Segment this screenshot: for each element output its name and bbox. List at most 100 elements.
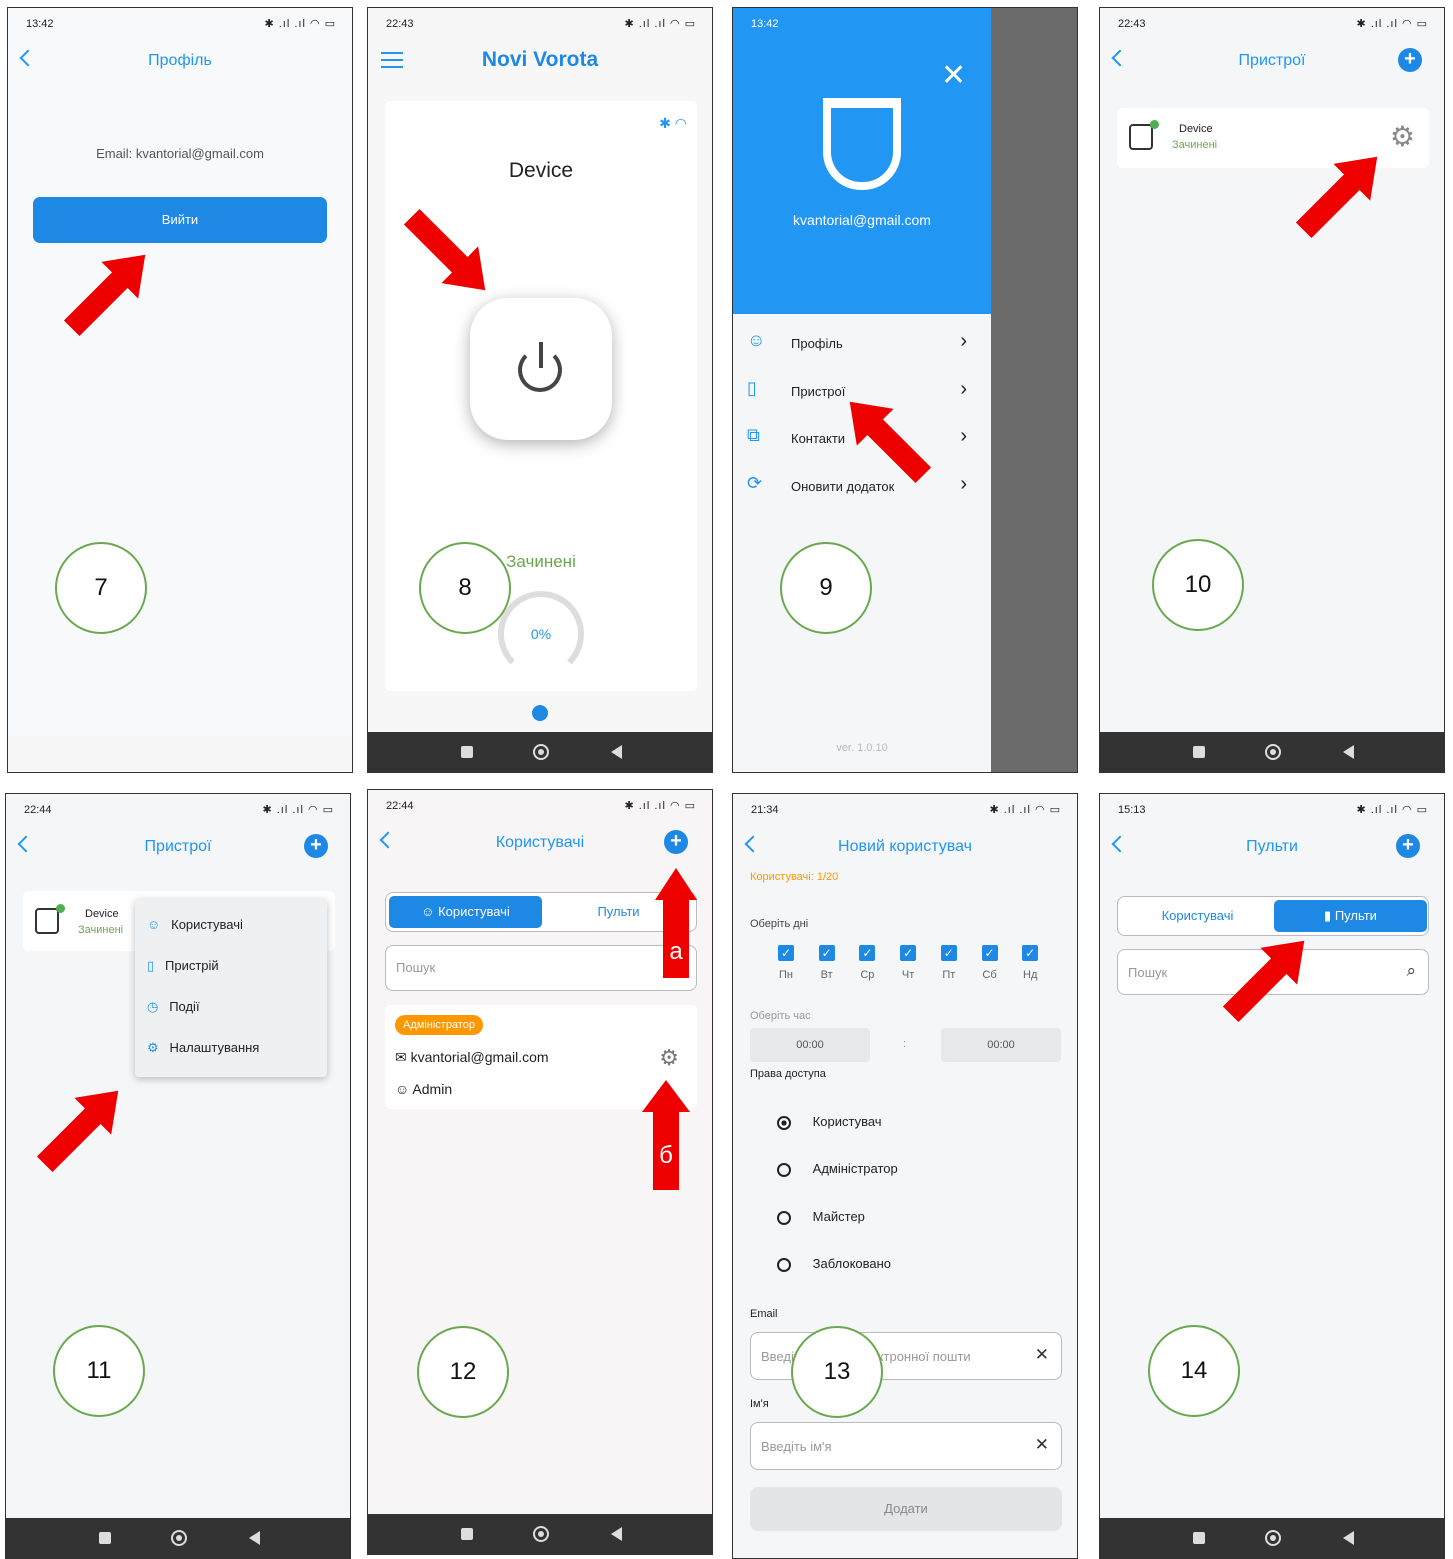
clear-icon[interactable]: ✕ (1035, 1345, 1049, 1365)
tabs: ☺ Користувачі Пульти (385, 892, 697, 932)
search-input[interactable]: Пошук (385, 945, 697, 991)
nav-bar (1100, 732, 1444, 772)
clear-icon[interactable]: ✕ (1035, 1435, 1049, 1455)
status-time: 21:34 (751, 804, 779, 816)
menu-item-update[interactable]: ⟳ Оновити додаток › (747, 473, 977, 503)
day-checkbox[interactable]: ✓ Пт (934, 945, 964, 981)
search-icon[interactable]: ⌕ (1406, 961, 1416, 981)
checkbox-checked-icon: ✓ (940, 945, 957, 961)
home-icon[interactable] (533, 744, 549, 760)
role-label: Адміністратор (812, 1161, 898, 1176)
day-label: Ср (860, 969, 875, 981)
screen-devices: 22:43 ✱ .ıl .ıl ◠ ▭ Пристрої + Device Зач… (1099, 7, 1445, 773)
users-icon: ☺ (147, 917, 161, 932)
power-button[interactable] (470, 298, 612, 440)
device-row[interactable]: Device Зачинені ⚙ (1117, 108, 1429, 168)
close-icon[interactable]: ✕ (941, 58, 966, 93)
checkbox-checked-icon: ✓ (1022, 945, 1039, 961)
back-nav-icon[interactable] (611, 745, 622, 759)
tab-users[interactable]: Користувачі (1121, 900, 1274, 932)
recents-icon[interactable] (1193, 746, 1205, 758)
add-device-button[interactable]: + (304, 834, 328, 858)
home-icon[interactable] (171, 1530, 187, 1546)
back-nav-icon[interactable] (249, 1531, 260, 1545)
chevron-right-icon: › (960, 378, 967, 400)
device-name: Device (85, 908, 119, 920)
recents-icon[interactable] (461, 1528, 473, 1540)
day-checkbox[interactable]: ✓ Нд (1015, 945, 1045, 981)
device-name: Device (1179, 123, 1213, 135)
role-option[interactable]: Адміністратор (777, 1161, 898, 1177)
day-checkbox[interactable]: ✓ Сб (975, 945, 1005, 981)
rights-label: Права доступа (750, 1068, 826, 1080)
device-title: Device (508, 159, 574, 182)
app-title: Novi Vorota (481, 48, 599, 71)
menu-label: Налаштування (169, 1040, 260, 1055)
name-field[interactable]: Введіть ім'я ✕ (750, 1422, 1062, 1470)
user-icon: ☺ (747, 330, 766, 350)
add-device-button[interactable]: + (1398, 48, 1422, 72)
page-title: Пристрої (1238, 52, 1306, 69)
status-time: 13:42 (751, 18, 779, 30)
add-user-button[interactable]: + (664, 830, 688, 854)
day-checkbox[interactable]: ✓ Ср (852, 945, 882, 981)
menu-label: Події (169, 999, 200, 1014)
status-time: 22:43 (386, 18, 414, 30)
add-button[interactable]: Додати (750, 1487, 1062, 1531)
users-icon: ☺ (421, 904, 435, 919)
online-dot (56, 904, 65, 913)
time-to[interactable]: 00:00 (941, 1028, 1061, 1062)
user-email-row: ✉ kvantorial@gmail.com (395, 1049, 549, 1066)
tab-users[interactable]: ☺ Користувачі (389, 896, 542, 928)
add-remote-button[interactable]: + (1396, 834, 1420, 858)
step-number: 11 (53, 1325, 145, 1417)
refresh-icon: ⟳ (747, 473, 763, 493)
recents-icon[interactable] (99, 1532, 111, 1544)
role-option[interactable]: Користувач (777, 1114, 882, 1130)
chevron-right-icon: › (960, 473, 967, 495)
status-bar: 13:42 ✱ .ıl .ıl ◠ ▭ (8, 8, 352, 42)
recents-icon[interactable] (461, 746, 473, 758)
wifi-icon: ✱ ◠ (659, 115, 687, 131)
mail-icon: ✉ (395, 1049, 407, 1065)
menu-item-profile[interactable]: ☺ Профіль › (747, 330, 977, 360)
home-icon[interactable] (1265, 744, 1281, 760)
home-icon[interactable] (533, 1526, 549, 1542)
tab-label: Користувачі (438, 904, 510, 919)
back-nav-icon[interactable] (1343, 745, 1354, 759)
checkbox-checked-icon: ✓ (900, 945, 917, 961)
menu-item-events[interactable]: ◷ Події (147, 999, 200, 1015)
online-dot (1150, 120, 1159, 129)
time-from[interactable]: 00:00 (750, 1028, 870, 1062)
back-nav-icon[interactable] (611, 1527, 622, 1541)
gear-icon: ⚙ (147, 1040, 159, 1055)
tab-remotes[interactable]: ▮ Пульти (1274, 900, 1427, 932)
home-icon[interactable] (1265, 1530, 1281, 1546)
nav-bar (368, 1514, 712, 1554)
step-number: 9 (780, 542, 872, 634)
step-number: 13 (791, 1326, 883, 1418)
menu-item-settings[interactable]: ⚙ Налаштування (147, 1040, 259, 1056)
gear-icon[interactable]: ⚙ (1390, 120, 1415, 153)
version-text: ver. 1.0.10 (836, 742, 888, 754)
day-checkbox[interactable]: ✓ Пн (771, 945, 801, 981)
status-bar: 22:43 ✱ .ıl .ıl ◠ ▭ (368, 8, 712, 42)
day-checkbox[interactable]: ✓ Вт (812, 945, 842, 981)
role-badge: Адміністратор (395, 1015, 483, 1035)
role-option[interactable]: Майстер (777, 1209, 865, 1225)
status-icons: ✱ .ıl .ıl ◠ ▭ (989, 804, 1061, 816)
logout-button[interactable]: Вийти (33, 197, 327, 243)
device-icon (35, 908, 59, 934)
gear-icon[interactable]: ⚙ (659, 1045, 679, 1071)
menu-label: Оновити додаток (791, 479, 895, 494)
menu-item-users[interactable]: ☺ Користувачі (147, 917, 243, 932)
screen-home: 22:43 ✱ .ıl .ıl ◠ ▭ Novi Vorota ✱ ◠ Devic… (367, 7, 713, 773)
role-option[interactable]: Заблоковано (777, 1256, 891, 1272)
checkbox-checked-icon: ✓ (859, 945, 876, 961)
menu-item-device[interactable]: ▯ Пристрій (147, 958, 219, 974)
role-label: Користувач (812, 1114, 882, 1129)
back-nav-icon[interactable] (1343, 1531, 1354, 1545)
recents-icon[interactable] (1193, 1532, 1205, 1544)
day-checkbox[interactable]: ✓ Чт (893, 945, 923, 981)
page-dot (532, 705, 548, 721)
